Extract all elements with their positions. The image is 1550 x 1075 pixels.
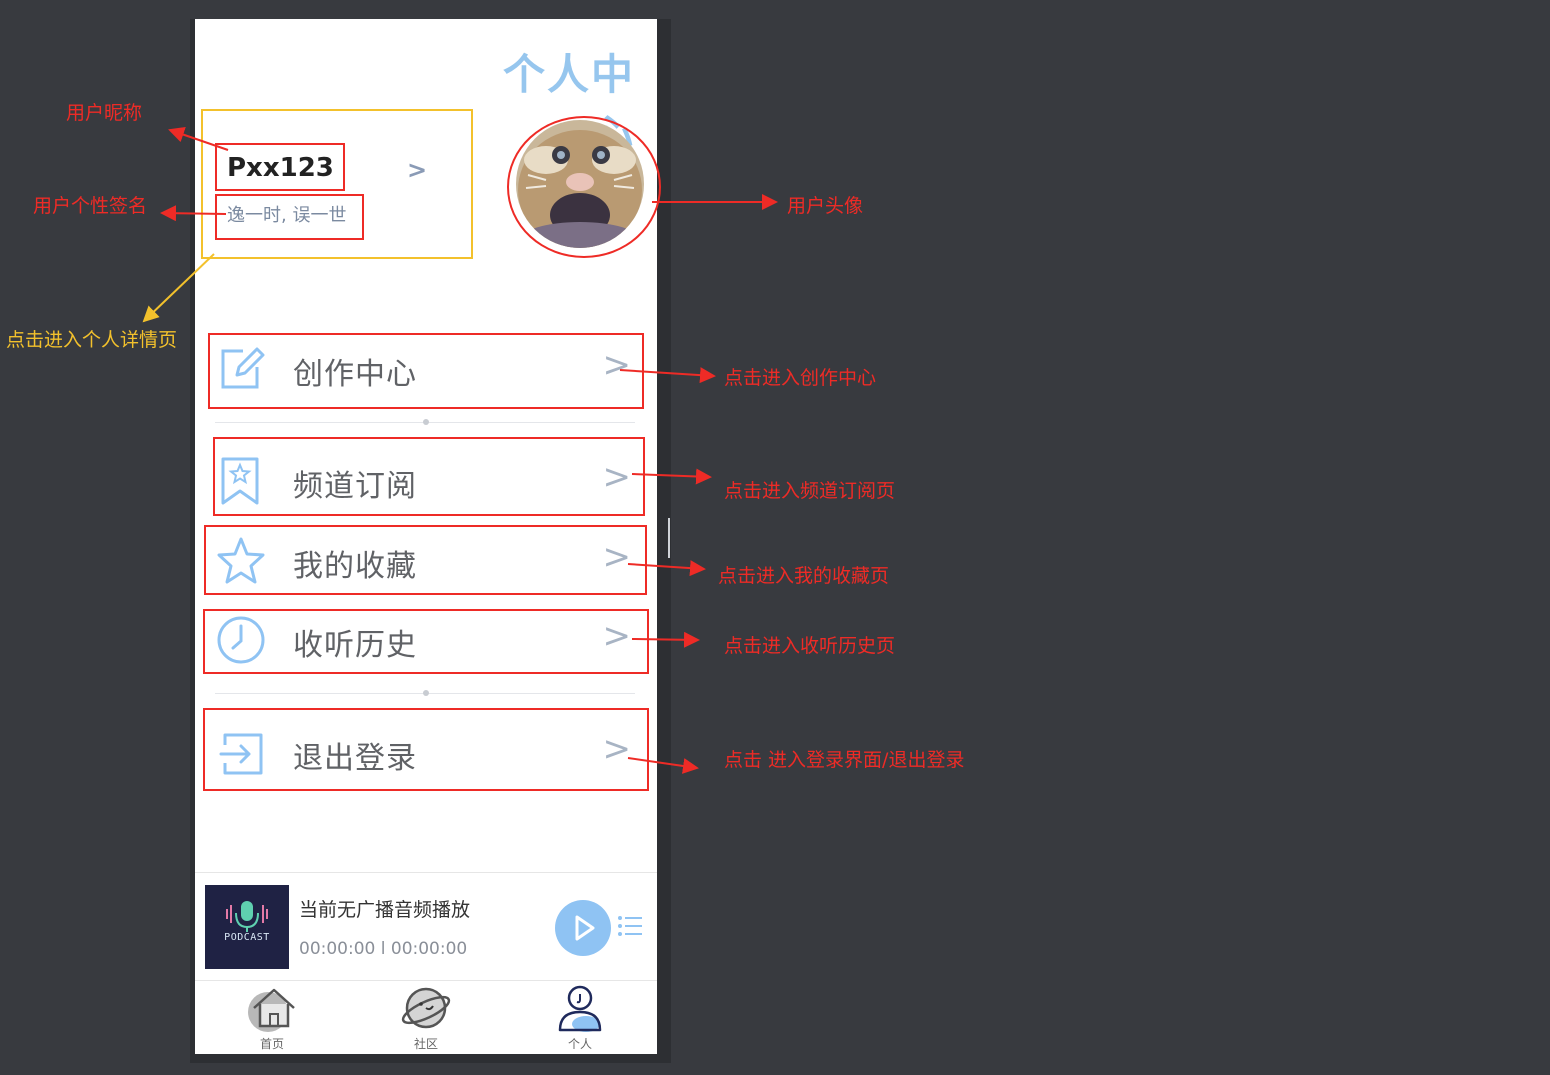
arrow-history <box>631 631 700 648</box>
annotation-arrows <box>142 127 778 774</box>
annotation-label-creation: 点击进入创作中心 <box>724 367 877 389</box>
arrow-logout <box>627 757 699 774</box>
annotation-label-signature: 用户个性签名 <box>33 195 148 217</box>
arrow-subscribe <box>631 468 712 485</box>
arrow-favorites <box>627 560 706 577</box>
arrow-profile-detail <box>142 253 215 323</box>
annotation-label-subscribe: 点击进入频道订阅页 <box>724 480 896 502</box>
annotation-label-nickname: 用户昵称 <box>66 102 143 124</box>
arrow-nickname <box>168 127 229 151</box>
arrow-creation <box>619 367 716 384</box>
annotation-label-avatar: 用户头像 <box>787 195 864 217</box>
annotation-label-profile-detail: 点击进入个人详情页 <box>6 329 178 351</box>
annotation-label-logout: 点击 进入登录界面/退出登录 <box>724 749 965 771</box>
annotation-label-history: 点击进入收听历史页 <box>724 635 896 657</box>
annotation-label-favorites: 点击进入我的收藏页 <box>718 565 890 587</box>
arrow-signature <box>160 205 227 222</box>
